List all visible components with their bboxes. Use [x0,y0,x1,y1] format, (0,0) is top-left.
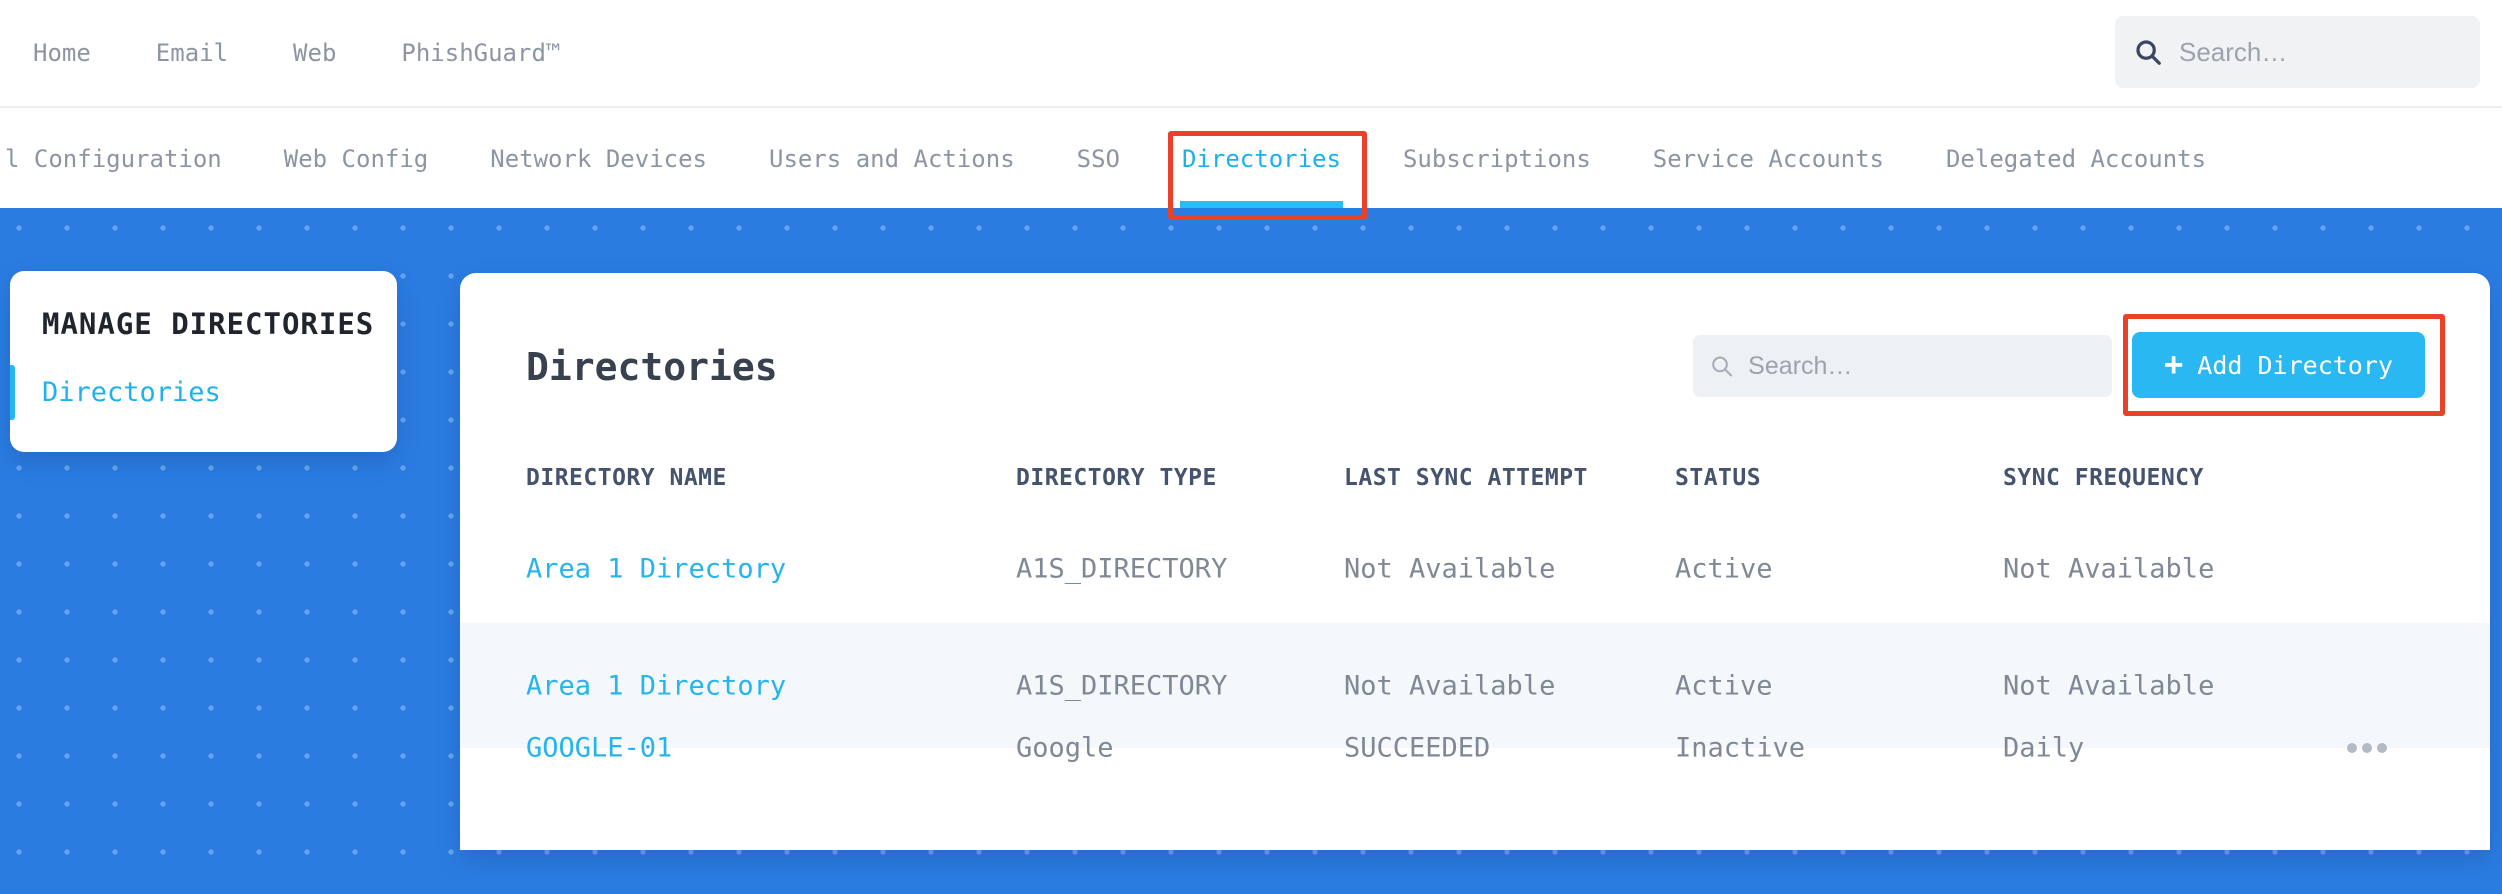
tab[interactable]: SSO [1077,110,1120,208]
search-icon [2136,40,2161,65]
directories-search-box[interactable] [1693,335,2112,397]
top-nav-item[interactable]: Home [33,39,91,67]
top-nav-item[interactable]: Web [293,39,336,67]
column-header: DIRECTORY TYPE [1016,464,1217,491]
directory-type-cell: Google [1016,732,1114,764]
active-item-bar [10,365,15,420]
global-search-box[interactable] [2115,16,2480,88]
tab-label: Users and Actions [769,145,1015,173]
active-tab-underline [1180,201,1343,208]
tab-label: Subscriptions [1402,145,1591,173]
directories-search-input[interactable] [1748,351,2096,381]
add-directory-label: Add Directory [2197,350,2393,380]
directory-type-cell: A1S_DIRECTORY [1016,553,1228,585]
column-header: DIRECTORY NAME [526,464,727,491]
tab-label: Service Accounts [1652,145,1884,173]
row-actions-menu-icon[interactable] [2347,743,2387,753]
top-navigation: Home Email Web PhishGuard™ [0,0,2502,108]
top-nav-item[interactable]: PhishGuard™ [401,39,560,67]
table-row: Area 1 Directory A1S_DIRECTORY Not Avail… [460,623,2490,748]
global-search-input[interactable] [2179,36,2462,68]
directories-table: DIRECTORY NAME DIRECTORY TYPE LAST SYNC … [460,440,2490,764]
directory-type-cell: A1S_DIRECTORY [1016,670,1228,701]
sidebar-item-directories[interactable]: Directories [42,377,221,408]
directories-panel: Directories + Add Directory DIRECTORY NA… [460,273,2490,850]
tab[interactable]: Service Accounts [1653,110,1884,208]
tab-label: Directories [1182,145,1341,173]
tab-label: SSO [1076,145,1120,173]
plus-icon: + [2164,344,2184,383]
last-sync-cell: Not Available [1344,670,1556,701]
tab[interactable]: Delegated Accounts [1946,110,2206,208]
column-header: SYNC FREQUENCY [2003,464,2204,491]
tab-label: Network Devices [490,145,707,173]
sync-frequency-cell: Not Available [2003,553,2215,585]
directory-name-link[interactable]: Area 1 Directory [526,670,786,701]
tab[interactable]: l Configuration [5,110,222,208]
directory-name-link[interactable]: GOOGLE-01 [526,733,672,764]
last-sync-cell: Not Available [1344,553,1556,585]
tab[interactable]: Directories [1180,110,1343,208]
sync-frequency-cell: Daily [2003,732,2085,764]
table-body: Area 1 Directory A1S_DIRECTORY Not Avail… [460,515,2490,764]
directory-name-link[interactable]: Area 1 Directory [526,554,786,585]
top-nav-items: Home Email Web PhishGuard™ [33,39,560,67]
top-nav-item[interactable]: Email [156,39,228,67]
status-cell: Active [1675,553,1773,585]
content-background: MANAGE DIRECTORIES Directories Directori… [0,208,2502,894]
tab[interactable]: Users and Actions [769,110,1015,208]
status-cell: Inactive [1675,732,1806,764]
column-header: LAST SYNC ATTEMPT [1344,464,1588,491]
page-title: Directories [526,345,778,389]
tab-label: l Configuration [5,145,222,173]
settings-tab-bar: l Configuration Web Config Network Devic… [0,110,2502,208]
table-header-row: DIRECTORY NAME DIRECTORY TYPE LAST SYNC … [460,440,2490,515]
tab-label: Web Config [283,145,429,173]
add-directory-button[interactable]: + Add Directory [2132,332,2425,398]
tab[interactable]: Web Config [284,110,429,208]
side-card-title: MANAGE DIRECTORIES [42,307,375,341]
tab[interactable]: Network Devices [490,110,707,208]
status-cell: Active [1675,670,1773,701]
column-header: STATUS [1675,464,1762,491]
tab[interactable]: Subscriptions [1403,110,1591,208]
last-sync-cell: SUCCEEDED [1344,732,1491,764]
manage-directories-card: MANAGE DIRECTORIES Directories [10,271,397,452]
tab-label: Delegated Accounts [1945,145,2207,173]
table-row: Area 1 Directory A1S_DIRECTORY Not Avail… [460,515,2490,623]
search-icon [1712,356,1733,377]
sync-frequency-cell: Not Available [2003,670,2215,701]
